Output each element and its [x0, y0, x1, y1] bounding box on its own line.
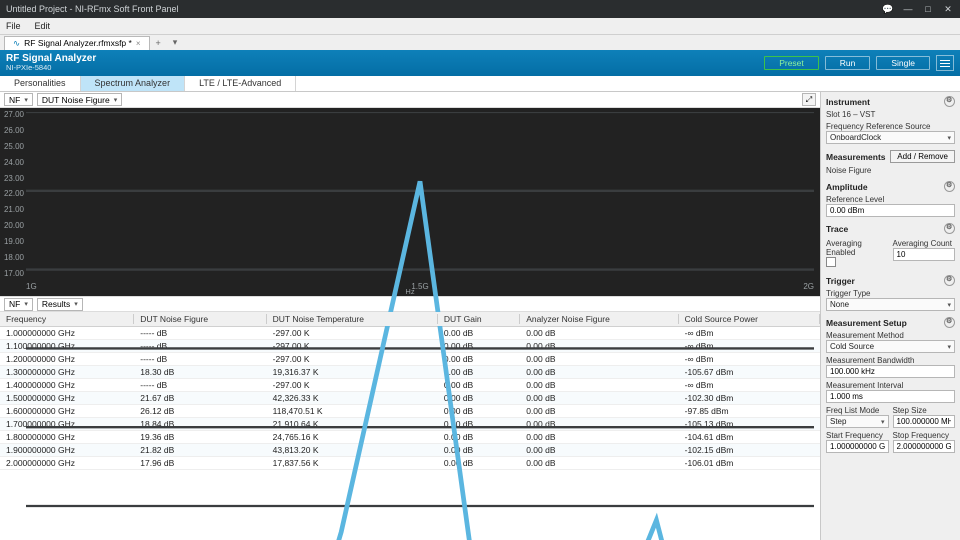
add-remove-button[interactable]: Add / Remove [890, 150, 955, 163]
trace-header: Trace [826, 224, 848, 234]
chart-mode-dropdown[interactable]: NF [4, 93, 33, 106]
preset-button[interactable]: Preset [764, 56, 819, 70]
freq-list-mode-label: Freq List Mode [826, 406, 889, 415]
meas-method-label: Measurement Method [826, 331, 955, 340]
gear-icon[interactable] [944, 317, 955, 328]
menu-file[interactable]: File [6, 21, 21, 31]
table-col-header[interactable]: Analyzer Noise Figure [520, 312, 678, 327]
table-col-header[interactable]: Cold Source Power [679, 312, 820, 327]
gear-icon[interactable] [944, 181, 955, 192]
ref-level-input[interactable] [826, 204, 955, 217]
freq-ref-source-label: Frequency Reference Source [826, 122, 955, 131]
mode-tabs: Personalities Spectrum Analyzer LTE / LT… [0, 76, 960, 92]
y-tick: 23.00 [2, 174, 24, 183]
trigger-type-select[interactable]: None [826, 298, 955, 311]
wave-icon: ∿ [13, 38, 20, 49]
gear-icon[interactable] [944, 96, 955, 107]
chart-trace-dropdown[interactable]: DUT Noise Figure [37, 93, 122, 106]
y-tick: 24.00 [2, 158, 24, 167]
maximize-icon[interactable]: □ [922, 4, 934, 15]
y-tick: 22.00 [2, 189, 24, 198]
y-tick: 17.00 [2, 269, 24, 278]
settings-panel: Instrument Slot 16 – VST Frequency Refer… [820, 92, 960, 540]
table-col-header[interactable]: DUT Noise Temperature [267, 312, 438, 327]
y-tick: 18.00 [2, 253, 24, 262]
noise-figure-chart[interactable]: 27.00 26.00 25.00 24.00 23.00 22.00 21.00 20.00… [0, 108, 820, 296]
window-titlebar: Untitled Project - NI-RFmx Soft Front Pa… [0, 0, 960, 18]
meas-interval-input[interactable] [826, 390, 955, 403]
add-tab-button[interactable]: + [150, 38, 167, 48]
document-tab-label: RF Signal Analyzer.rfmxsfp * [24, 38, 132, 48]
x-tick: 1G [26, 282, 37, 296]
start-freq-input[interactable] [826, 440, 889, 453]
stop-freq-label: Stop Frequency [893, 431, 956, 440]
table-col-header[interactable]: Frequency [0, 312, 134, 327]
x-axis-unit: Hz [405, 287, 414, 296]
app-header: RF Signal Analyzer NI-PXIe-5840 Preset R… [0, 50, 960, 76]
stop-freq-input[interactable] [893, 440, 956, 453]
tab-overflow-icon[interactable]: ▾ [167, 37, 184, 48]
hamburger-icon[interactable] [936, 55, 954, 71]
freq-ref-source-select[interactable]: OnboardClock [826, 131, 955, 144]
avg-enabled-label: Averaging Enabled [826, 239, 889, 257]
window-title: Untitled Project - NI-RFmx Soft Front Pa… [6, 4, 179, 14]
meas-setup-header: Measurement Setup [826, 318, 907, 328]
meas-interval-label: Measurement Interval [826, 381, 955, 390]
avg-enabled-checkbox[interactable] [826, 257, 836, 267]
freq-list-mode-select[interactable]: Step [826, 415, 889, 428]
meas-bw-label: Measurement Bandwidth [826, 356, 955, 365]
x-tick: 2G [803, 282, 814, 296]
minimize-icon[interactable]: — [902, 4, 914, 15]
tab-personalities[interactable]: Personalities [0, 76, 81, 91]
ref-level-label: Reference Level [826, 195, 955, 204]
avg-count-input[interactable] [893, 248, 956, 261]
meas-method-select[interactable]: Cold Source [826, 340, 955, 353]
slot-label: Slot 16 – VST [826, 110, 955, 119]
amplitude-header: Amplitude [826, 182, 868, 192]
close-icon[interactable]: ✕ [942, 4, 954, 15]
close-tab-icon[interactable]: × [136, 39, 141, 48]
chart-export-icon[interactable]: ⤢ [802, 93, 816, 106]
start-freq-label: Start Frequency [826, 431, 889, 440]
avg-count-label: Averaging Count [893, 239, 956, 248]
y-tick: 25.00 [2, 142, 24, 151]
noise-figure-label: Noise Figure [826, 166, 955, 175]
y-tick: 21.00 [2, 205, 24, 214]
single-button[interactable]: Single [876, 56, 930, 70]
chart-toolbar: NF DUT Noise Figure ⤢ [0, 92, 820, 108]
run-button[interactable]: Run [825, 56, 871, 70]
step-size-label: Step Size [893, 406, 956, 415]
document-tabstrip: ∿ RF Signal Analyzer.rfmxsfp * × + ▾ [0, 34, 960, 50]
y-tick: 26.00 [2, 126, 24, 135]
gear-icon[interactable] [944, 275, 955, 286]
instrument-header: Instrument [826, 97, 870, 107]
trigger-header: Trigger [826, 276, 855, 286]
y-tick: 19.00 [2, 237, 24, 246]
menu-bar: File Edit [0, 18, 960, 34]
y-tick: 20.00 [2, 221, 24, 230]
meas-bw-input[interactable] [826, 365, 955, 378]
menu-edit[interactable]: Edit [35, 21, 51, 31]
table-col-header[interactable]: DUT Gain [438, 312, 520, 327]
table-col-header[interactable]: DUT Noise Figure [134, 312, 266, 327]
gear-icon[interactable] [944, 223, 955, 234]
y-tick: 27.00 [2, 110, 24, 119]
tab-lte[interactable]: LTE / LTE-Advanced [185, 76, 296, 91]
device-subtitle: NI-PXIe-5840 [6, 64, 96, 72]
measurements-header: Measurements [826, 152, 886, 162]
step-size-input[interactable] [893, 415, 956, 428]
tab-spectrum-analyzer[interactable]: Spectrum Analyzer [81, 76, 186, 91]
trigger-type-label: Trigger Type [826, 289, 955, 298]
chat-icon[interactable]: 💬 [882, 4, 894, 15]
document-tab[interactable]: ∿ RF Signal Analyzer.rfmxsfp * × [4, 36, 150, 50]
